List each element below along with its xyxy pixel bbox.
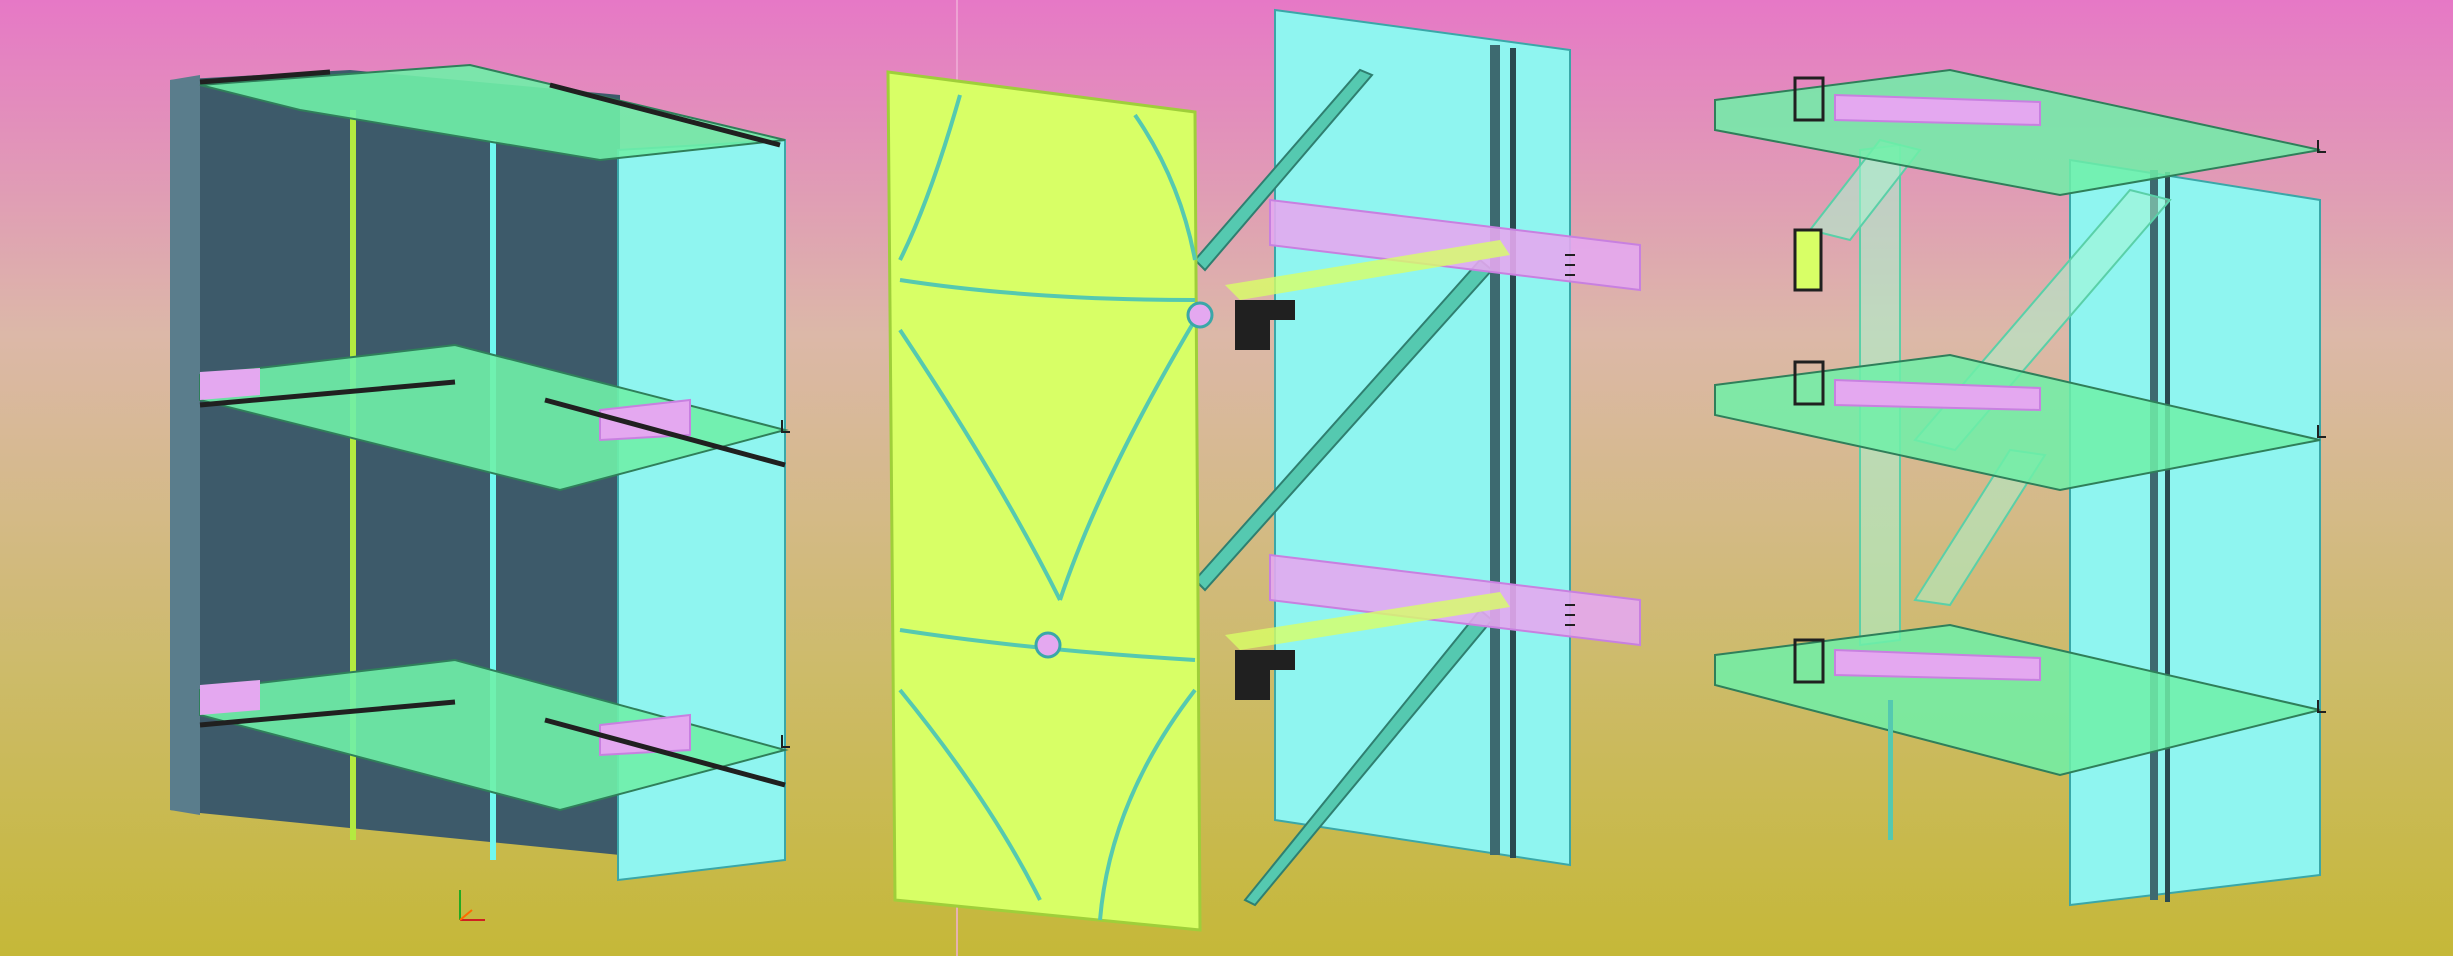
model-canvas[interactable] <box>0 0 2453 956</box>
violet-beam-mid-l <box>200 368 260 400</box>
violet-beam-bot-l <box>200 680 260 715</box>
opaque-spandrel-module[interactable] <box>170 63 790 882</box>
screen-node-lower <box>1034 631 1062 659</box>
screen-panel <box>886 70 1202 932</box>
hanger-rod <box>1888 700 1893 840</box>
cad-3d-viewport[interactable] <box>0 0 2453 956</box>
i-beam-flange-icon <box>1793 228 1823 292</box>
rear-mullion-2 <box>2165 172 2170 902</box>
screen-node-upper <box>1186 301 1214 329</box>
spandrel-side-panel <box>170 75 200 815</box>
glass-mullion-1 <box>1490 45 1500 855</box>
rear-mullion-1 <box>2150 170 2158 900</box>
glass-mullion-2 <box>1510 48 1516 858</box>
glass-wall-back <box>1274 8 1571 867</box>
